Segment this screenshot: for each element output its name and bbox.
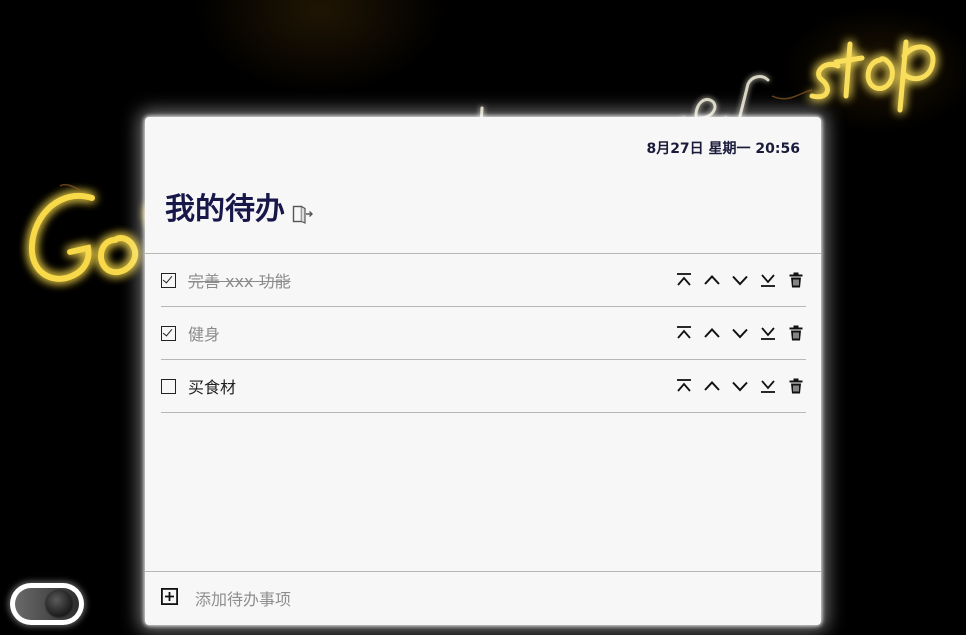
- theme-toggle[interactable]: [10, 583, 84, 625]
- datetime-display: 8月27日 星期一 20:56: [646, 141, 800, 157]
- checkbox-empty-icon[interactable]: [161, 378, 176, 394]
- checkbox-checked-icon[interactable]: [161, 325, 176, 341]
- move-to-bottom-icon[interactable]: [758, 323, 778, 343]
- toggle-knob: [46, 591, 72, 617]
- add-todo-bar: [145, 571, 821, 625]
- checkbox-checked-icon[interactable]: [161, 272, 176, 288]
- chevron-down-icon[interactable]: [730, 323, 750, 343]
- row-actions: [666, 360, 806, 412]
- move-to-top-icon[interactable]: [674, 270, 694, 290]
- chevron-up-icon[interactable]: [702, 323, 722, 343]
- title-row: 我的待办: [165, 195, 314, 225]
- todo-row: 健身: [161, 307, 806, 360]
- add-todo-input[interactable]: [189, 586, 801, 612]
- row-actions: [666, 254, 806, 306]
- chevron-down-icon[interactable]: [730, 376, 750, 396]
- page-title: 我的待办: [165, 192, 285, 227]
- todo-text: 健身: [188, 325, 221, 344]
- chevron-down-icon[interactable]: [730, 270, 750, 290]
- todo-text: 完善 xxx 功能: [188, 272, 291, 291]
- move-to-bottom-icon[interactable]: [758, 270, 778, 290]
- trash-icon[interactable]: [786, 323, 806, 343]
- logout-icon[interactable]: [292, 204, 314, 224]
- trash-icon[interactable]: [786, 270, 806, 290]
- plus-square-icon[interactable]: [161, 588, 178, 605]
- chevron-up-icon[interactable]: [702, 376, 722, 396]
- trash-icon[interactable]: [786, 376, 806, 396]
- row-actions: [666, 307, 806, 359]
- chevron-up-icon[interactable]: [702, 270, 722, 290]
- todo-text: 买食材: [188, 378, 237, 397]
- todo-card: 8月27日 星期一 20:56 我的待办 完善 xxx 功能 健身 买食材 添加…: [145, 117, 821, 625]
- app-stage: 8月27日 星期一 20:56 我的待办 完善 xxx 功能 健身 买食材 添加…: [0, 0, 966, 635]
- move-to-top-icon[interactable]: [674, 376, 694, 396]
- todo-row: 买食材: [161, 360, 806, 413]
- todo-row: 完善 xxx 功能: [161, 254, 806, 307]
- move-to-top-icon[interactable]: [674, 323, 694, 343]
- todo-list: 完善 xxx 功能 健身 买食材: [145, 253, 821, 413]
- move-to-bottom-icon[interactable]: [758, 376, 778, 396]
